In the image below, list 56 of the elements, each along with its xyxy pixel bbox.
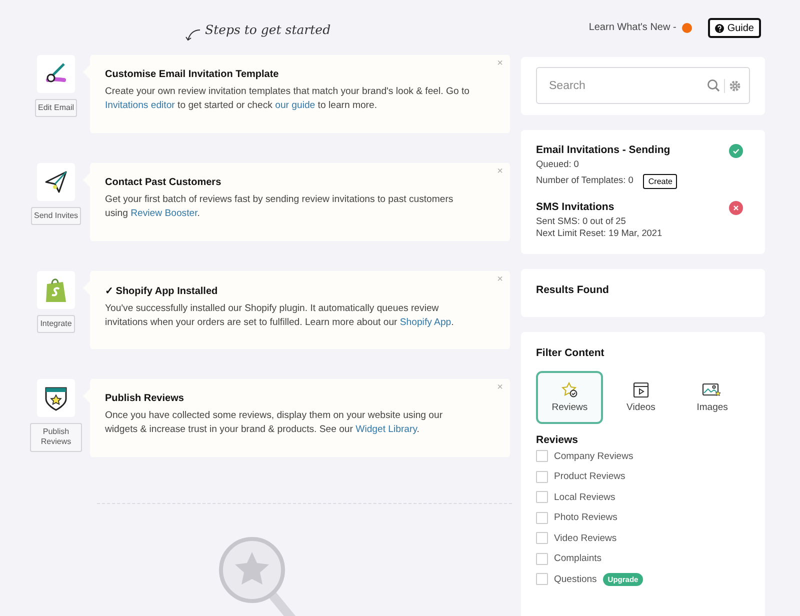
checkbox-label[interactable]: Photo Reviews [554,512,618,524]
text-link[interactable]: Invitations editor [105,100,175,111]
checkbox[interactable] [536,491,548,504]
checkbox[interactable] [536,532,548,544]
step-title: Publish Reviews [105,393,185,404]
step-action-button[interactable]: Send Invites [30,207,82,226]
step-title: ✓ Shopify App Installed [105,285,219,297]
shopping-bag-icon [43,276,69,304]
checkbox[interactable] [536,573,548,586]
status-detail: Queued: 0 [536,158,579,170]
filter-tab[interactable]: Images [678,371,746,424]
status-detail: Next Limit Reset: 19 Mar, 2021 [536,227,662,239]
settings-icon[interactable] [729,80,741,92]
status-title: Email Invitations - Sending [536,144,672,156]
step-title: Customise Email Invitation Template [105,69,280,80]
filter-tab[interactable]: Videos [607,371,675,424]
checkbox-label[interactable]: Questions [554,574,597,585]
image-icon [702,382,722,398]
checkbox[interactable] [536,450,548,462]
checkbox-label[interactable]: Video Reviews [554,532,617,544]
search-field[interactable]: Search [536,67,750,104]
checkbox-label[interactable]: Local Reviews [554,492,616,503]
checkbox-label[interactable]: Company Reviews [554,450,634,462]
help-icon [715,24,724,32]
checkbox[interactable] [536,552,548,565]
text-link[interactable]: Review Booster [130,208,198,219]
text-link[interactable]: Shopify App [400,317,452,328]
checkbox[interactable] [536,470,548,483]
filter-tab[interactable]: Reviews [536,371,604,424]
status-title: SMS Invitations [536,201,616,213]
video-icon [632,382,650,398]
checkbox-label[interactable]: Complaints [554,553,602,564]
text-link[interactable]: Widget Library [356,424,417,435]
steps-caption: Steps to get started [205,22,331,37]
filter-heading: Filter Content [536,347,606,359]
results-heading: Results Found [536,284,610,296]
checkbox-label[interactable]: Product Reviews [554,471,626,482]
step-action-button[interactable]: Edit Email [34,99,77,118]
step-description: Get your first batch of reviews fast by sending review invitations to past customers using Review Booster. [105,193,454,221]
create-button[interactable]: Create [643,174,678,189]
status-detail: Number of Templates: 0 [536,174,634,186]
whats-new-link[interactable]: Learn What's New - [588,22,676,33]
step-description: Once you have collected some reviews, display them on your website using our widgets & increase trust in your brand & products. See our Widget Library. [105,409,444,437]
section-heading: Reviews [536,434,580,446]
text-link[interactable]: our guide [275,100,316,111]
step-action-button[interactable]: Publish Reviews [30,423,82,452]
star-check-icon [560,382,579,398]
curved-arrow-icon [185,28,201,42]
step-description: You've successfully installed our Shopify plugin. It automatically queues review invitations when your orders are set to fulfilled. Learn more about our Shopify App. [105,302,455,330]
step-action-button[interactable]: Integrate [37,315,75,334]
search-icon[interactable] [707,79,720,92]
status-detail: Sent SMS: 0 out of 25 [536,215,626,227]
step-title: Contact Past Customers [105,177,222,188]
guide-button[interactable]: Guide [708,18,761,38]
step-description: Create your own review invitation templates that match your brand's look & feel. Go to Invitations editor to get started or check our guide to learn more. [105,85,470,113]
checkbox[interactable] [536,512,548,524]
